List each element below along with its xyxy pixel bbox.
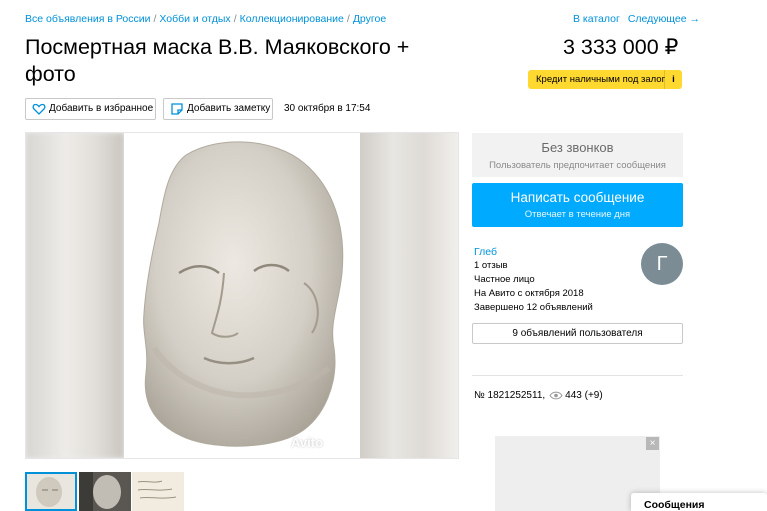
listing-number: № 1821252511,: [474, 390, 546, 401]
view-count: 443 (+9): [565, 390, 603, 401]
credit-badge-label: Кредит наличными под залог: [536, 74, 666, 85]
breadcrumb-separator: /: [153, 13, 157, 25]
info-icon[interactable]: i: [664, 70, 682, 89]
publication-date: 30 октября в 17:54: [284, 103, 371, 114]
note-icon: [171, 103, 183, 115]
breadcrumb-hobby[interactable]: Хобби и отдых: [159, 13, 230, 25]
thumbnail-document-image: [132, 472, 184, 511]
user-ads-button[interactable]: 9 объявлений пользователя: [472, 323, 683, 344]
listing-title: Посмертная маска В.В. Маяковского + фото: [25, 35, 410, 86]
mask-photo: [124, 133, 360, 458]
thumbnail-photo-image: [79, 472, 131, 511]
seller-type: Частное лицо: [474, 274, 535, 285]
breadcrumb-collecting[interactable]: Коллекционирование: [240, 13, 344, 25]
messages-tab[interactable]: Сообщения: [631, 493, 767, 511]
seller-name[interactable]: Глеб: [474, 245, 593, 259]
no-calls-notice: Без звонков Пользователь предпочитает со…: [472, 133, 683, 177]
write-message-button[interactable]: Написать сообщение Отвечает в течение дн…: [472, 183, 683, 227]
add-to-favorites-label: Добавить в избранное: [49, 103, 154, 114]
thumbnail-3[interactable]: [132, 472, 184, 511]
breadcrumb-separator: /: [233, 13, 237, 25]
breadcrumb-separator: /: [346, 13, 350, 25]
close-icon[interactable]: ×: [646, 437, 659, 450]
avito-watermark: Avito: [291, 435, 324, 450]
thumbnail-1[interactable]: [25, 472, 77, 511]
heart-icon: [32, 103, 46, 115]
breadcrumb-other[interactable]: Другое: [353, 13, 386, 25]
next-listing-link[interactable]: Следующее →: [628, 13, 700, 25]
thumbnail-mask-image: [27, 474, 75, 509]
add-note-button[interactable]: Добавить заметку: [163, 98, 273, 120]
seller-completed-ads: Завершено 12 объявлений: [474, 302, 593, 313]
eye-icon: [549, 391, 563, 400]
photo-blur-left: [26, 133, 124, 458]
listing-stats: № 1821252511, 443 (+9): [474, 390, 603, 401]
add-to-favorites-button[interactable]: Добавить в избранное: [25, 98, 156, 120]
top-navigation: В каталог Следующее →: [573, 13, 700, 25]
breadcrumb: Все объявления в России / Хобби и отдых / Ко…: [25, 13, 386, 25]
avatar[interactable]: Г: [641, 243, 683, 285]
add-note-label: Добавить заметку: [187, 103, 271, 114]
seller-info: Глеб 1 отзыв Частное лицо На Авито с окт…: [474, 245, 593, 315]
response-time-label: Отвечает в течение дня: [524, 209, 631, 220]
photo-blur-right: [358, 133, 458, 458]
credit-badge[interactable]: Кредит наличными под залог i: [528, 70, 682, 89]
breadcrumb-all-ads[interactable]: Все объявления в России: [25, 13, 150, 25]
thumbnail-2[interactable]: [79, 472, 131, 511]
no-calls-title: Без звонков: [541, 140, 614, 155]
write-message-label: Написать сообщение: [510, 190, 645, 205]
divider: [472, 375, 683, 376]
main-photo[interactable]: Avito: [25, 132, 459, 459]
no-calls-subtitle: Пользователь предпочитает сообщения: [489, 160, 666, 171]
death-mask-image: [143, 141, 344, 447]
to-catalog-link[interactable]: В каталог: [573, 13, 620, 25]
listing-price: 3 333 000 ₽: [563, 35, 679, 59]
seller-reviews[interactable]: 1 отзыв: [474, 259, 593, 273]
seller-since: На Авито с октября 2018: [474, 288, 584, 299]
